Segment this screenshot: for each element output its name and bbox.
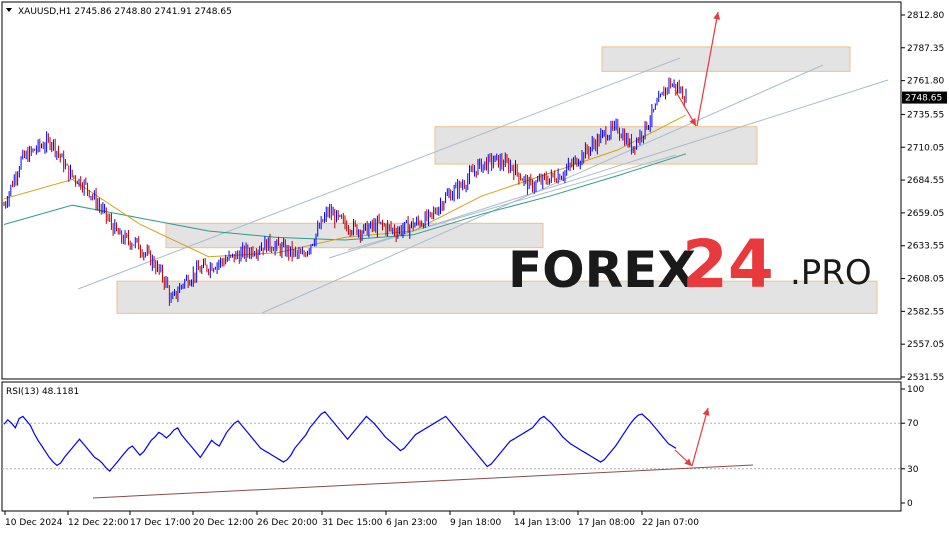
time-tick-label: 6 Jan 23:00 (386, 518, 438, 528)
time-tick-label: 31 Dec 15:00 (322, 518, 383, 528)
watermark-pro: .PRO (790, 253, 872, 293)
price-tick-label: 2735.55 (907, 110, 944, 120)
chart-svg: 2812.80 2787.35 2761.80 2735.55 2710.05 2684.… (1, 1, 947, 528)
price-tick-label: 2812.80 (907, 11, 944, 21)
time-tick-label: 22 Jan 07:00 (642, 518, 699, 528)
watermark-24: 24 (682, 226, 774, 303)
time-tick-label: 17 Jan 08:00 (578, 518, 635, 528)
chart-header: XAUUSD,H1 2745.86 2748.80 2741.91 2748.6… (18, 7, 232, 17)
price-tick-label: 2557.05 (907, 340, 944, 350)
rsi-tick-label: 30 (907, 465, 919, 475)
rsi-tick-label: 70 (907, 419, 919, 429)
rsi-tick-label: 0 (907, 499, 913, 509)
time-tick-label: 17 Dec 17:00 (130, 518, 191, 528)
time-tick-label: 12 Dec 22:00 (68, 518, 129, 528)
time-tick-label: 14 Jan 13:00 (514, 518, 571, 528)
watermark-forex: FOREX (508, 241, 696, 299)
price-tick-label: 2659.05 (907, 209, 944, 219)
price-tick-label: 2787.35 (907, 44, 944, 54)
price-tick-label: 2582.55 (907, 307, 944, 317)
time-tick-label: 26 Dec 20:00 (257, 518, 318, 528)
rsi-panel-frame (1, 381, 902, 512)
rsi-header: RSI(13) 48.1181 (6, 387, 79, 397)
price-tick-label: 2761.80 (907, 77, 944, 87)
price-tick-label: 2710.05 (907, 143, 944, 153)
time-tick-label: 20 Dec 12:00 (193, 518, 254, 528)
support-resistance-zone (165, 222, 544, 249)
support-resistance-zone (601, 46, 851, 72)
price-tick-label: 2531.55 (907, 373, 944, 383)
current-price-label: 2748.65 (905, 94, 942, 104)
time-tick-label: 10 Dec 2024 (5, 518, 63, 528)
price-tick-label: 2684.55 (907, 176, 944, 186)
chart-root: 2812.80 2787.35 2761.80 2735.55 2710.05 2684.… (0, 0, 949, 531)
price-tick-label: 2633.55 (907, 242, 944, 252)
price-tick-label: 2608.05 (907, 275, 944, 285)
rsi-tick-label: 100 (907, 385, 924, 395)
time-tick-label: 9 Jan 18:00 (450, 518, 502, 528)
